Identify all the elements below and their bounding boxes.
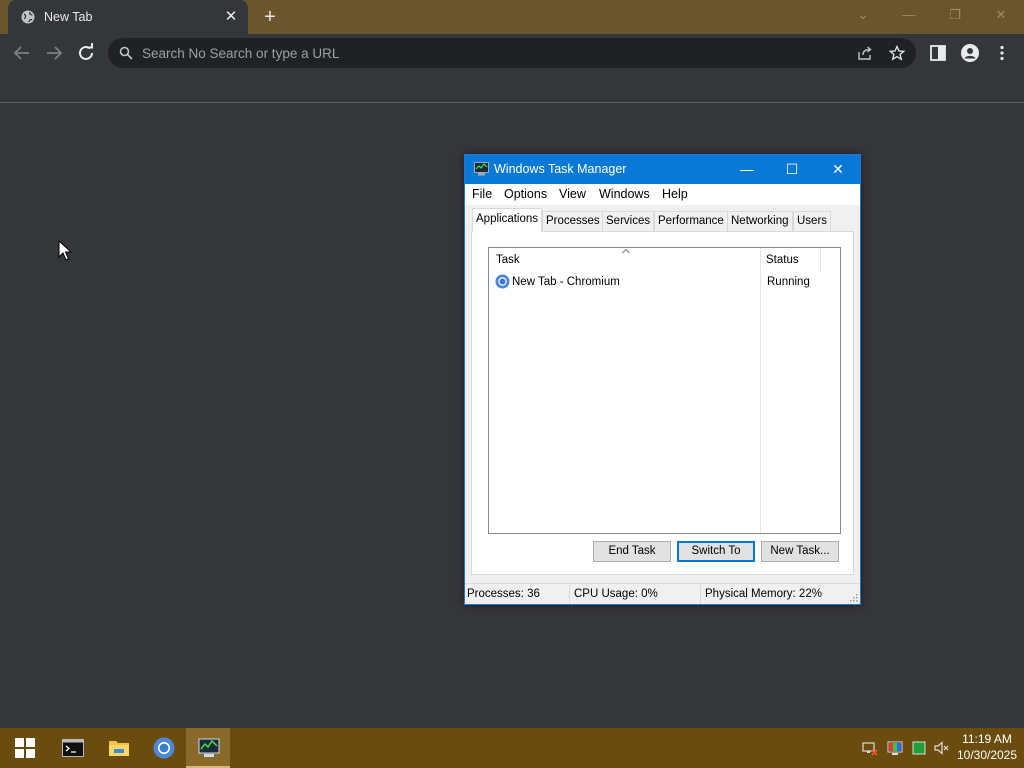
status-separator [569,585,570,604]
display-settings-icon[interactable] [887,740,903,756]
column-header-status[interactable]: Status [766,254,799,266]
tm-maximize-button[interactable]: ☐ [769,155,815,184]
tm-close-button[interactable]: ✕ [815,155,861,184]
cpu-usage: CPU Usage: 0% [574,588,658,600]
resize-grip-icon[interactable] [850,594,858,602]
taskbar: 11:19 AM 10/30/2025 [0,728,1024,768]
task-row[interactable]: New Tab - Chromium Running [490,273,839,291]
tab-applications[interactable]: Applications [472,208,543,232]
task-manager-app-icon [474,162,489,176]
address-bar-placeholder: Search No Search or type a URL [142,46,340,61]
new-task-button[interactable]: New Task... [761,541,839,562]
menu-options[interactable]: Options [504,187,547,201]
back-icon[interactable] [10,41,34,65]
task-manager-menubar: File Options View Windows Help [465,184,860,205]
tab-networking[interactable]: Networking [727,211,793,231]
tab-close-icon[interactable]: ✕ [222,8,240,26]
menu-windows[interactable]: Windows [599,187,650,201]
tab-title: New Tab [44,10,93,24]
tab-services[interactable]: Services [602,211,655,231]
close-window-button[interactable]: ✕ [986,4,1016,26]
tm-minimize-button[interactable]: — [724,155,770,184]
chromium-icon [153,737,175,759]
mouse-cursor-icon [58,240,72,261]
browser-tab[interactable]: New Tab ✕ [8,0,248,34]
green-status-icon[interactable] [911,740,927,756]
applications-panel: Task Status New Tab - Chromium Running E… [471,231,854,575]
end-task-button[interactable]: End Task [593,541,671,562]
windows-logo-icon [15,738,35,758]
minimize-button[interactable]: — [894,4,924,26]
forward-icon[interactable] [42,41,66,65]
bookmark-star-icon[interactable] [889,45,905,61]
menu-file[interactable]: File [472,187,492,201]
toolbar-divider [0,102,1024,103]
tab-performance[interactable]: Performance [654,211,728,231]
task-name: New Tab - Chromium [512,276,620,288]
clock-time: 11:19 AM [962,732,1012,746]
taskbar-task-manager[interactable] [186,728,230,768]
new-tab-button[interactable]: + [258,6,282,28]
tab-search-icon[interactable]: ⌄ [848,4,878,26]
physical-memory: Physical Memory: 22% [705,588,822,600]
search-icon [119,46,133,60]
folder-icon [109,741,129,756]
processes-count: Processes: 36 [467,588,540,600]
menu-kebab-icon[interactable] [992,43,1012,63]
column-divider [820,248,821,273]
tab-processes[interactable]: Processes [542,211,604,231]
browser-toolbar: Search No Search or type a URL [0,34,1024,72]
browser-tab-strip: New Tab ✕ + ⌄ — ❐ ✕ [0,0,1024,34]
status-separator [700,585,701,604]
address-bar[interactable]: Search No Search or type a URL [108,38,916,68]
reload-icon[interactable] [74,41,98,65]
menu-view[interactable]: View [559,187,586,201]
task-status: Running [767,276,810,288]
start-button[interactable] [2,728,46,768]
volume-muted-icon[interactable] [934,740,950,756]
menu-help[interactable]: Help [662,187,688,201]
side-panel-icon[interactable] [928,43,948,63]
clock-date: 10/30/2025 [956,748,1018,762]
terminal-icon [62,739,84,757]
column-header-task[interactable]: Task [496,254,520,266]
taskbar-file-explorer[interactable] [96,728,140,768]
task-manager-window: Windows Task Manager — ☐ ✕ File Options … [464,154,861,605]
switch-to-button[interactable]: Switch To [677,541,755,562]
tab-users[interactable]: Users [793,211,832,231]
chromium-icon [495,274,510,289]
task-list-header: Task Status [489,248,840,273]
restore-button[interactable]: ❐ [940,4,970,26]
task-manager-statusbar: Processes: 36 CPU Usage: 0% Physical Mem… [465,583,860,604]
taskbar-clock[interactable]: 11:19 AM 10/30/2025 [952,731,1022,763]
network-disconnected-icon[interactable] [862,740,878,756]
sort-ascending-icon [622,248,630,254]
task-manager-icon [198,738,220,757]
profile-avatar-icon[interactable] [960,43,980,63]
task-manager-title: Windows Task Manager [494,162,627,176]
task-manager-tabs: Applications Processes Services Performa… [465,208,860,232]
task-manager-titlebar[interactable]: Windows Task Manager — ☐ ✕ [465,155,860,184]
taskbar-terminal[interactable] [50,728,94,768]
task-list[interactable]: Task Status New Tab - Chromium Running [488,247,841,534]
taskbar-chromium[interactable] [141,728,185,768]
globe-icon [21,10,35,24]
share-icon[interactable] [857,45,873,61]
